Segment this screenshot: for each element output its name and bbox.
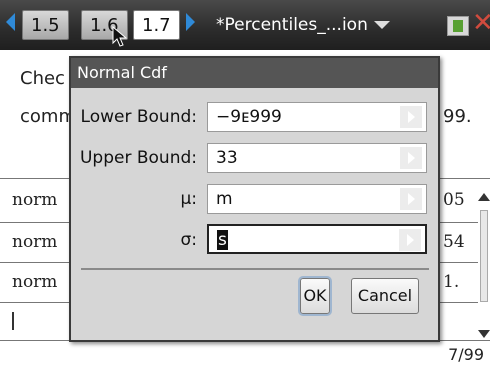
sigma-value: s	[217, 230, 228, 250]
mu-value: m	[216, 189, 233, 209]
calc-expression-3[interactable]: norm	[12, 272, 57, 292]
history-count: 7/99	[448, 345, 484, 364]
lower-bound-label: Lower Bound:	[80, 107, 197, 127]
tab-1-7[interactable]: 1.7	[133, 10, 180, 40]
calc-result-2[interactable]: 54	[443, 232, 465, 252]
notes-line-2: comm	[20, 106, 76, 127]
upper-bound-value: 33	[216, 148, 238, 168]
arrow-right-icon[interactable]	[399, 229, 421, 251]
arrow-right-icon[interactable]	[400, 106, 422, 128]
arrow-right-icon[interactable]	[400, 147, 422, 169]
mu-field[interactable]: m	[207, 184, 427, 214]
chevron-down-icon	[373, 21, 390, 29]
lower-bound-value: −9ᴇ999	[216, 107, 282, 127]
tab-scroll-left-icon[interactable]	[6, 13, 15, 31]
sigma-field[interactable]: s	[207, 224, 427, 254]
notes-line-2-tail: 99.	[443, 106, 472, 127]
dialog-title: Normal Cdf	[71, 58, 438, 88]
cancel-button[interactable]: Cancel	[351, 278, 419, 314]
status-bar: 7/99	[0, 340, 490, 368]
calc-result-1[interactable]: 05	[443, 190, 465, 210]
document-title[interactable]: *Percentiles_...ion	[216, 10, 390, 40]
tab-1-5[interactable]: 1.5	[22, 10, 69, 40]
lower-bound-field[interactable]: −9ᴇ999	[207, 102, 427, 132]
scroll-up-icon[interactable]	[478, 193, 490, 201]
calc-result-3[interactable]: 1.	[443, 272, 459, 292]
normal-cdf-dialog: Normal Cdf Lower Bound: −9ᴇ999 Upper Bou…	[69, 56, 440, 342]
arrow-right-icon[interactable]	[400, 188, 422, 210]
mu-label: μ:	[180, 189, 197, 209]
close-icon[interactable]: ✕	[472, 8, 490, 38]
top-tab-bar: 1.5 1.6 1.7 *Percentiles_...ion ✕	[0, 0, 490, 50]
calc-scrollbar[interactable]	[478, 190, 490, 340]
dialog-separator	[81, 268, 429, 270]
notes-line-1: Chec	[20, 68, 65, 89]
mouse-pointer-icon	[112, 26, 128, 47]
calc-expression-1[interactable]: norm	[12, 190, 57, 210]
upper-bound-field[interactable]: 33	[207, 143, 427, 173]
sigma-label: σ:	[180, 230, 197, 250]
calc-entry-cursor[interactable]	[12, 312, 14, 330]
ok-button[interactable]: OK	[298, 276, 332, 316]
scroll-down-icon[interactable]	[478, 330, 490, 338]
calc-expression-2[interactable]: norm	[12, 232, 57, 252]
tab-scroll-right-icon[interactable]	[186, 13, 195, 31]
document-title-text: *Percentiles_...ion	[216, 15, 368, 35]
scroll-thumb[interactable]	[480, 210, 488, 302]
upper-bound-label: Upper Bound:	[79, 148, 197, 168]
battery-icon	[447, 16, 469, 36]
